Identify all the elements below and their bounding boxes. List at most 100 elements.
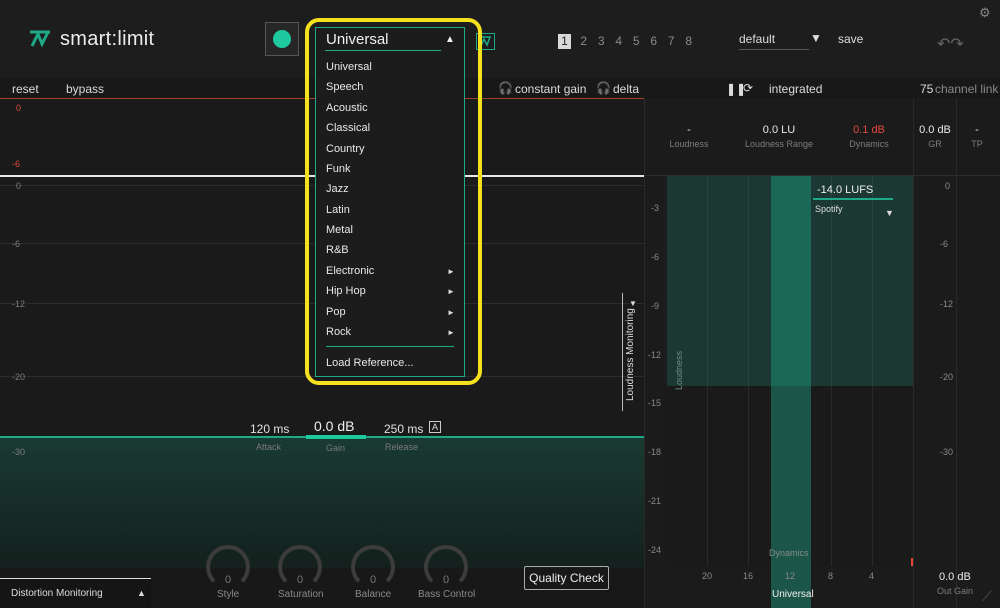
dynamics-target-zone bbox=[771, 176, 811, 608]
constant-gain-button[interactable]: constant gain bbox=[515, 82, 586, 96]
knob-label: Balance bbox=[355, 589, 392, 600]
loudness-range-label: Loudness Range bbox=[744, 139, 814, 149]
headphones-icon: 🎧 bbox=[498, 81, 513, 95]
preset-slots: 1 2 3 4 5 6 7 8 bbox=[558, 34, 698, 49]
scale-label: 0 bbox=[16, 103, 22, 113]
y-tick: -15 bbox=[648, 398, 662, 408]
gr-tick: -20 bbox=[940, 372, 954, 382]
record-button[interactable] bbox=[265, 22, 299, 56]
y-tick: -24 bbox=[648, 545, 662, 555]
headphones-icon: 🎧 bbox=[596, 81, 611, 95]
preset-slot-3[interactable]: 3 bbox=[593, 34, 611, 49]
knob-value: 0 bbox=[443, 574, 450, 586]
x-tick: 20 bbox=[702, 571, 713, 581]
gr-tick: -30 bbox=[940, 447, 954, 457]
highlight-box bbox=[305, 18, 482, 385]
loudness-monitoring-toggle[interactable]: ▼ Loudness Monitoring bbox=[622, 293, 642, 411]
scale-label: -6 bbox=[12, 239, 21, 249]
gr-tick: -12 bbox=[940, 299, 954, 309]
loudness-axis-label: Loudness bbox=[674, 350, 684, 390]
save-button[interactable]: save bbox=[838, 32, 863, 46]
peak-indicator bbox=[911, 558, 913, 566]
preset-slot-1[interactable]: 1 bbox=[558, 34, 571, 49]
y-tick: -3 bbox=[651, 203, 660, 213]
quality-check-button[interactable]: Quality Check bbox=[524, 566, 609, 590]
target-lufs[interactable]: -14.0 LUFS bbox=[813, 184, 893, 200]
gear-icon[interactable]: ⚙ bbox=[979, 5, 991, 21]
preset-slot-5[interactable]: 5 bbox=[628, 34, 646, 49]
resize-handle-icon[interactable]: ⟋ bbox=[982, 588, 992, 605]
tp-value: - bbox=[975, 124, 979, 136]
redo-icon[interactable]: ↷ bbox=[950, 36, 963, 53]
logo: smart:limit bbox=[28, 27, 154, 51]
channel-link-value[interactable]: 75 bbox=[920, 82, 933, 96]
gain-underline bbox=[306, 435, 366, 439]
loudness-range-value: 0.0 LU bbox=[762, 124, 796, 136]
knob-label: Style bbox=[217, 589, 240, 600]
loudness-mode[interactable]: integrated bbox=[769, 82, 822, 96]
attack-label: Attack bbox=[256, 442, 282, 452]
chevron-up-icon: ▲ bbox=[137, 588, 146, 598]
y-tick: -6 bbox=[651, 252, 660, 262]
tp-label: TP bbox=[971, 139, 983, 149]
x-tick: 8 bbox=[828, 571, 834, 581]
app-title: smart:limit bbox=[60, 27, 155, 50]
delta-button[interactable]: delta bbox=[613, 82, 639, 96]
refresh-icon[interactable]: ⟳ bbox=[743, 81, 753, 95]
dynamics-label: Dynamics bbox=[849, 139, 889, 149]
release-value[interactable]: 250 ms bbox=[384, 422, 423, 436]
chevron-down-icon[interactable]: ▼ bbox=[810, 31, 822, 45]
preset-selector[interactable]: default bbox=[739, 32, 809, 50]
preset-slot-8[interactable]: 8 bbox=[680, 34, 698, 49]
preset-slot-7[interactable]: 7 bbox=[663, 34, 681, 49]
gr-value: 0.0 dB bbox=[919, 124, 951, 136]
gain-reduction-area bbox=[0, 438, 644, 568]
undo-icon[interactable]: ↶ bbox=[937, 36, 950, 53]
loudness-monitoring-label: Loudness Monitoring bbox=[625, 308, 636, 401]
preset-slot-6[interactable]: 6 bbox=[645, 34, 663, 49]
loudness-label: Loudness bbox=[669, 139, 709, 149]
x-tick: 4 bbox=[869, 571, 875, 581]
preset-slot-2[interactable]: 2 bbox=[575, 34, 593, 49]
knob-label: Bass Control bbox=[418, 589, 476, 600]
target-platform[interactable]: Spotify bbox=[813, 204, 893, 214]
scale-label: -20 bbox=[12, 372, 26, 382]
preset-slot-4[interactable]: 4 bbox=[610, 34, 628, 49]
gain-label: Gain bbox=[326, 443, 346, 453]
out-gain-label: Out Gain bbox=[937, 586, 974, 596]
y-tick: -9 bbox=[651, 301, 660, 311]
x-tick: 12 bbox=[785, 571, 796, 581]
knob-label: Saturation bbox=[278, 589, 324, 600]
dynamics-value: 0.1 dB bbox=[853, 124, 885, 136]
knob-value: 0 bbox=[225, 574, 232, 586]
gr-label: GR bbox=[928, 139, 942, 149]
x-tick: 16 bbox=[743, 571, 754, 581]
gr-tick: -6 bbox=[940, 239, 949, 249]
dynamics-axis-label: Dynamics bbox=[769, 548, 809, 558]
knob-value: 0 bbox=[297, 574, 304, 586]
attack-value[interactable]: 120 ms bbox=[250, 422, 289, 436]
knob-value: 0 bbox=[370, 574, 377, 586]
out-gain-value[interactable]: 0.0 dB bbox=[939, 571, 971, 583]
y-tick: -21 bbox=[648, 496, 662, 506]
scale-label: -6 bbox=[12, 159, 21, 169]
auto-release-toggle[interactable]: A bbox=[429, 421, 441, 433]
scale-label: -12 bbox=[12, 299, 26, 309]
genre-label: Universal bbox=[772, 589, 814, 600]
distortion-monitoring-label: Distortion Monitoring bbox=[11, 588, 103, 599]
gain-value[interactable]: 0.0 dB bbox=[314, 418, 354, 434]
y-tick: -18 bbox=[648, 447, 662, 457]
chevron-down-icon[interactable]: ▼ bbox=[885, 208, 894, 218]
channel-link-label: channel link bbox=[935, 82, 999, 96]
scale-label: 0 bbox=[16, 181, 22, 191]
logo-icon bbox=[30, 30, 50, 48]
reset-button[interactable]: reset bbox=[12, 82, 39, 96]
chevron-down-icon: ▼ bbox=[629, 299, 637, 308]
target-selector[interactable]: -14.0 LUFS Spotify bbox=[813, 184, 893, 214]
scale-label: -30 bbox=[12, 447, 26, 457]
undo-redo: ↶↷ bbox=[937, 34, 964, 54]
y-tick: -12 bbox=[648, 350, 662, 360]
gr-tick: 0 bbox=[945, 181, 951, 191]
bypass-button[interactable]: bypass bbox=[66, 82, 104, 96]
loudness-value: - bbox=[687, 124, 691, 136]
